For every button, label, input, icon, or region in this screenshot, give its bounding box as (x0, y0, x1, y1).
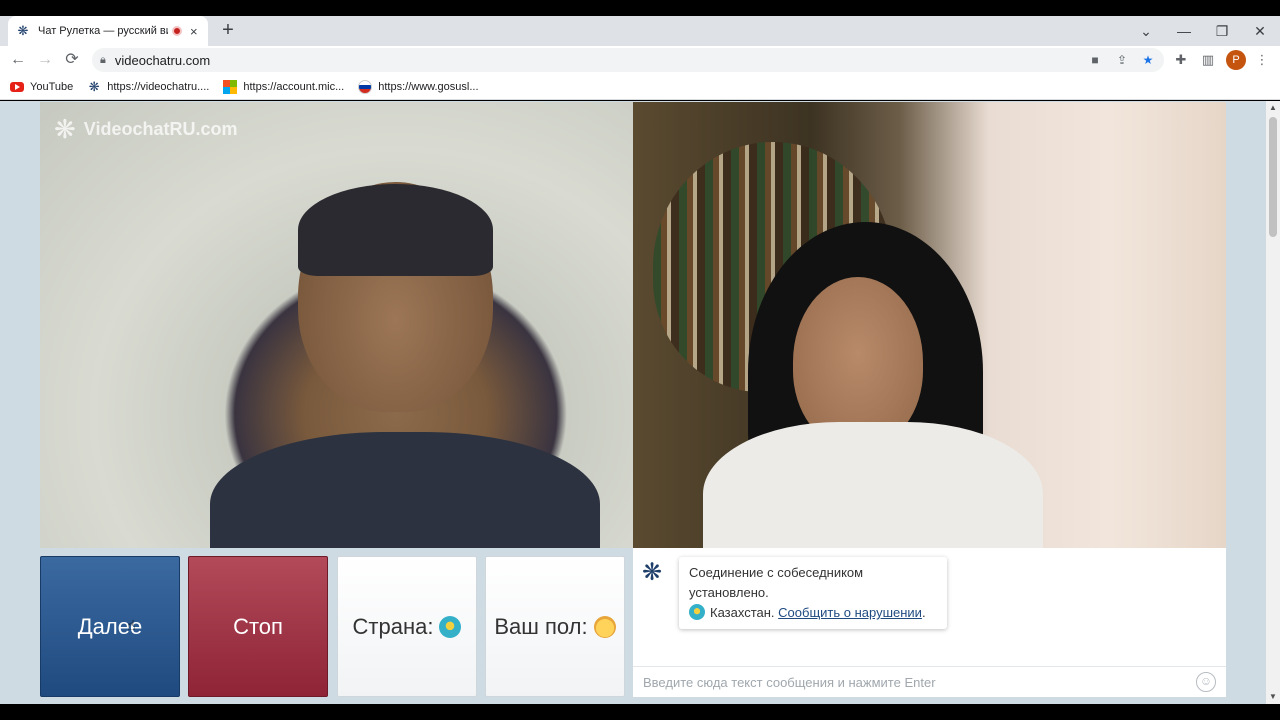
browser-toolbar: ← → ⟳ 🔒︎ videochatru.com ■ ⇪ ★ ✚ ▥ P ⋮ (0, 46, 1280, 74)
country-button[interactable]: Страна: (337, 556, 477, 697)
tab-search-button[interactable]: ⌄ (1131, 19, 1161, 43)
logo-text: VideochatRU.com (83, 119, 238, 139)
videochat-chat-icon: ❋ (642, 559, 663, 586)
bookmarks-bar: YouTube ❋ https://videochatru.... https:… (0, 74, 1280, 100)
chat-panel: ❋ Соединение с собеседником установлено.… (633, 548, 1226, 697)
lock-icon: 🔒︎ (100, 53, 106, 66)
stop-button-label: Стоп (233, 613, 283, 639)
microsoft-icon (223, 79, 238, 94)
bookmark-label: https://account.mic... (243, 80, 345, 93)
url-text: videochatru.com (114, 52, 211, 68)
tab-title: Чат Рулетка — русский видео (38, 25, 168, 37)
new-tab-button[interactable]: + (216, 19, 240, 43)
kazakhstan-flag-icon (439, 615, 462, 638)
bookmark-microsoft[interactable]: https://account.mic... (223, 79, 345, 94)
bookmark-youtube[interactable]: YouTube (10, 81, 73, 93)
period: . (921, 605, 926, 620)
country-line: Казахстан. Сообщить о нарушении. (689, 603, 937, 623)
report-abuse-link[interactable]: Сообщить о нарушении (778, 605, 922, 620)
reload-button[interactable]: ⟳ (60, 48, 84, 72)
screen: ❋ Чат Рулетка — русский видео × + ⌄ — ❐ … (0, 0, 1280, 720)
bookmark-label: YouTube (30, 80, 74, 93)
youtube-icon (10, 81, 24, 92)
system-message: Соединение с собеседником установлено. К… (679, 557, 947, 629)
videochat-favicon-icon: ❋ (17, 23, 29, 38)
partner-video-left: ❋ VideochatRU.com (40, 102, 633, 548)
stop-button[interactable]: Стоп (188, 556, 328, 697)
tab-strip: ❋ Чат Рулетка — русский видео × + ⌄ — ❐ … (0, 16, 1280, 46)
camera-in-use-icon[interactable]: ■ (1084, 48, 1106, 72)
partner-country: Казахстан. (710, 605, 775, 620)
minimize-button[interactable]: — (1169, 19, 1199, 43)
restore-button[interactable]: ❐ (1207, 19, 1237, 43)
tab-close-icon[interactable]: × (190, 24, 198, 39)
partner-video-right (633, 102, 1226, 548)
address-bar[interactable]: 🔒︎ videochatru.com ■ ⇪ ★ (92, 48, 1164, 72)
russia-flag-icon (358, 79, 373, 94)
next-button[interactable]: Далее (40, 556, 180, 697)
page-content: ❋ VideochatRU.com Далее Стоп Страна: Ваш… (0, 101, 1280, 704)
chat-message-input[interactable] (643, 674, 1183, 690)
kazakhstan-flag-icon (689, 604, 705, 620)
country-button-label: Страна: (352, 613, 434, 639)
female-face-icon (593, 615, 616, 638)
scroll-thumb[interactable] (1269, 117, 1277, 237)
smiley-icon[interactable]: ☺ (1196, 672, 1216, 692)
bookmark-videochatru[interactable]: ❋ https://videochatru.... (87, 78, 210, 94)
cap-shape (298, 184, 493, 276)
connection-message: Соединение с собеседником установлено. (689, 565, 864, 600)
bookmark-label: https://www.gosusl... (378, 80, 479, 93)
gender-button[interactable]: Ваш пол: (485, 556, 625, 697)
close-window-button[interactable]: ✕ (1245, 19, 1275, 43)
bookmark-label: https://videochatru.... (107, 80, 210, 93)
bookmark-star-icon[interactable]: ★ (1137, 48, 1159, 72)
profile-avatar[interactable]: P (1226, 50, 1246, 70)
scroll-down-icon[interactable]: ▼ (1266, 690, 1280, 704)
blouse-shape (703, 422, 1043, 548)
browser-menu-icon[interactable]: ⋮ (1250, 48, 1274, 72)
page-scrollbar[interactable]: ▲ ▼ (1266, 101, 1280, 704)
videochat-logo-icon: ❋ (54, 114, 76, 144)
back-button[interactable]: ← (6, 48, 30, 72)
mouse-cursor-icon: ☝︎ (127, 617, 136, 633)
scroll-up-icon[interactable]: ▲ (1266, 101, 1280, 115)
gender-button-label: Ваш пол: (494, 613, 588, 639)
extensions-icon[interactable]: ✚ (1169, 48, 1193, 72)
videochat-icon: ❋ (88, 78, 100, 94)
shoulders-shape (210, 432, 600, 548)
bookmark-gosuslugi[interactable]: https://www.gosusl... (358, 79, 479, 94)
browser-tab-active[interactable]: ❋ Чат Рулетка — русский видео × (8, 16, 208, 46)
chat-input-bar: ☺ (633, 666, 1226, 697)
share-icon[interactable]: ⇪ (1111, 48, 1133, 72)
recording-indicator-icon (172, 26, 182, 36)
forward-button[interactable]: → (33, 48, 57, 72)
videochat-logo: ❋ VideochatRU.com (54, 114, 238, 145)
side-panel-icon[interactable]: ▥ (1196, 48, 1220, 72)
